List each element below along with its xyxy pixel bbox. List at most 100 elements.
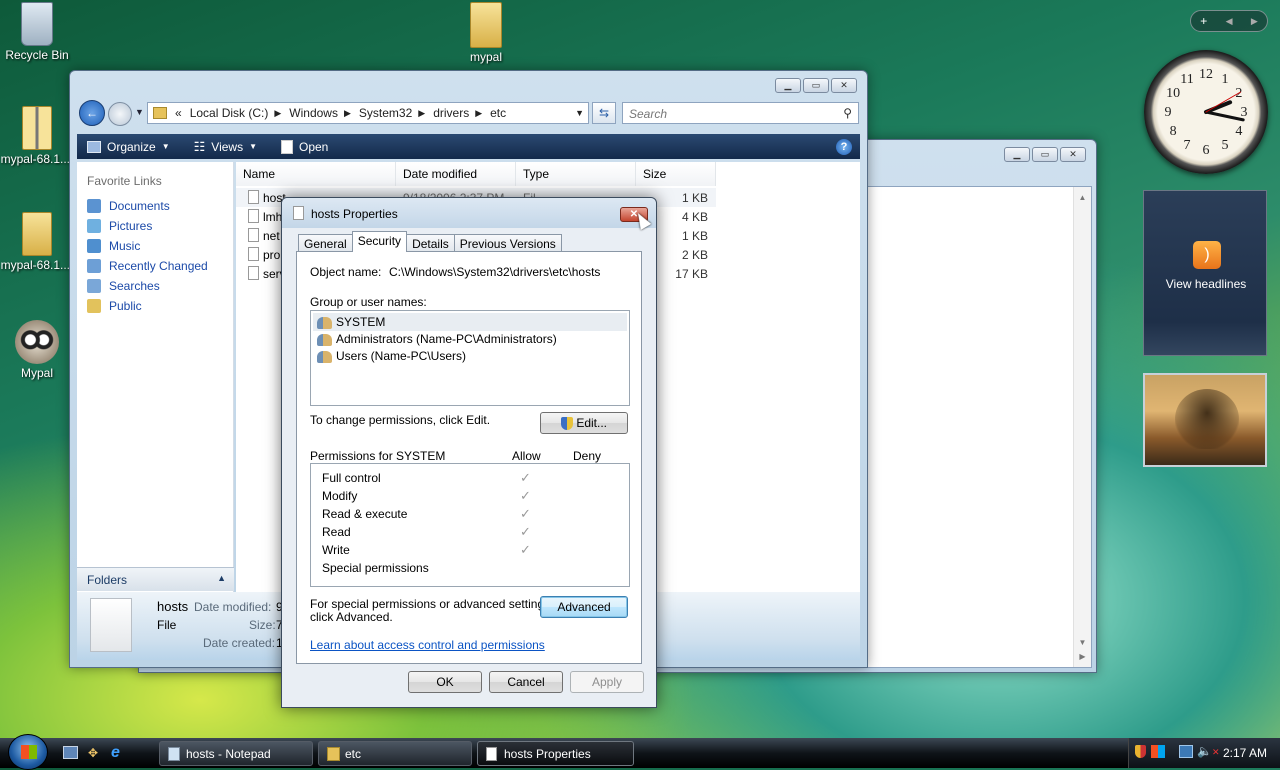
breadcrumb-separator-icon[interactable]: ▶ <box>344 108 351 119</box>
scroll-up-icon[interactable]: ▲ <box>1074 193 1091 202</box>
close-icon[interactable]: ✕ <box>1060 147 1086 162</box>
address-dropdown-icon[interactable]: ▼ <box>575 108 584 118</box>
open-button[interactable]: Open <box>281 139 328 154</box>
start-button[interactable] <box>8 734 48 770</box>
mypal-raccoon-icon <box>15 320 59 364</box>
breadcrumb-etc[interactable]: etc <box>490 106 506 120</box>
nav-item-music[interactable]: Music <box>77 236 233 256</box>
column-label: Name <box>243 167 276 181</box>
windows-security-icon[interactable] <box>1151 745 1165 758</box>
tab-security[interactable]: Security <box>351 231 408 252</box>
properties-dialog[interactable]: hosts Properties ✕ General Security Deta… <box>281 197 657 708</box>
nav-item-searches[interactable]: Searches <box>77 276 233 296</box>
folders-toggle[interactable]: Folders ▲ <box>77 567 234 591</box>
breadcrumb-drivers[interactable]: drivers <box>433 106 469 120</box>
tab-previous-versions[interactable]: Previous Versions <box>453 234 562 252</box>
breadcrumb-local-disk[interactable]: Local Disk (C:) <box>190 106 269 120</box>
cancel-button[interactable]: Cancel <box>489 671 563 693</box>
organize-icon <box>87 140 101 153</box>
search-icon[interactable]: ⚲ <box>843 106 852 120</box>
add-gadget-icon[interactable]: + <box>1200 14 1207 28</box>
list-item-administrators[interactable]: Administrators (Name-PC\Administrators) <box>313 330 561 348</box>
refresh-button[interactable]: ⇆ <box>592 102 616 124</box>
allow-check-icon: ✓ <box>520 506 531 521</box>
recent-pages-chevron-icon[interactable]: ▼ <box>135 107 144 117</box>
scroll-right-icon[interactable]: ▶ <box>1074 652 1091 661</box>
learn-access-control-link[interactable]: Learn about access control and permissio… <box>310 638 545 652</box>
views-button[interactable]: ☷ Views ▼ <box>194 139 257 155</box>
advanced-button[interactable]: Advanced <box>540 596 628 618</box>
security-shield-icon[interactable] <box>1135 745 1146 758</box>
show-desktop-icon[interactable] <box>63 746 78 759</box>
organize-button[interactable]: Organize ▼ <box>87 140 170 154</box>
breadcrumb-windows[interactable]: Windows <box>289 106 338 120</box>
column-header-type[interactable]: Type <box>516 162 636 186</box>
list-item-users[interactable]: Users (Name-PC\Users) <box>313 347 470 365</box>
maximize-icon[interactable]: ▭ <box>1032 147 1058 162</box>
clock-number: 7 <box>1184 138 1191 153</box>
taskbar-button-notepad[interactable]: hosts - Notepad <box>159 741 313 766</box>
file-size: 1 KB <box>681 191 708 205</box>
column-header-size[interactable]: Size <box>636 162 716 186</box>
nav-item-pictures[interactable]: Pictures <box>77 216 233 236</box>
clock-time[interactable]: 2:17 AM <box>1223 746 1267 760</box>
breadcrumb-system32[interactable]: System32 <box>359 106 412 120</box>
edit-button[interactable]: Edit... <box>540 412 628 434</box>
feed-headlines-gadget[interactable]: ) View headlines <box>1143 190 1267 356</box>
clock-gadget[interactable]: 121234567891011 <box>1144 50 1268 174</box>
ok-button[interactable]: OK <box>408 671 482 693</box>
desktop-icon-mypal-zip[interactable]: mypal-68.1.... <box>0 106 74 166</box>
searches-icon <box>87 279 101 293</box>
switch-windows-icon[interactable]: ✥ <box>88 746 103 760</box>
scrollbar[interactable]: ▲ ▼ ▶ <box>1073 187 1091 667</box>
internet-explorer-icon[interactable]: e <box>111 744 120 762</box>
help-icon[interactable]: ? <box>836 138 852 155</box>
views-icon: ☷ <box>193 138 206 154</box>
desktop-icon-mypal-folder-2[interactable]: mypal-68.1.... <box>0 212 74 272</box>
file-size: 17 KB <box>675 267 708 281</box>
desktop-icon-recycle-bin[interactable]: Recycle Bin <box>0 2 74 62</box>
minimize-icon[interactable]: ▁ <box>775 78 801 93</box>
nav-item-label: Recently Changed <box>109 259 208 273</box>
volume-muted-icon[interactable]: 🔈✕ <box>1197 744 1220 758</box>
navigation-pane: Favorite Links Documents Pictures Music … <box>77 162 234 592</box>
taskbar-button-hosts-properties[interactable]: hosts Properties <box>477 741 634 766</box>
tab-details[interactable]: Details <box>406 234 455 252</box>
search-input[interactable]: Search ⚲ <box>622 102 859 124</box>
next-gadget-icon[interactable]: ▶ <box>1251 16 1258 27</box>
scroll-down-icon[interactable]: ▼ <box>1074 638 1091 647</box>
nav-item-recently-changed[interactable]: Recently Changed <box>77 256 233 276</box>
breadcrumb-separator-icon[interactable]: ▶ <box>475 108 482 119</box>
desktop-icon-mypal-folder[interactable]: mypal <box>449 2 523 64</box>
column-header-name[interactable]: Name <box>236 162 396 186</box>
list-item-system[interactable]: SYSTEM <box>313 313 627 331</box>
network-icon[interactable] <box>1179 745 1193 758</box>
nav-item-public[interactable]: Public <box>77 296 233 316</box>
allow-check-icon: ✓ <box>520 470 531 485</box>
folder-icon <box>22 212 52 256</box>
column-header-date-modified[interactable]: Date modified <box>396 162 516 186</box>
rss-icon: ) <box>1193 241 1221 269</box>
slideshow-gadget[interactable] <box>1143 373 1267 467</box>
tab-general[interactable]: General <box>298 234 353 252</box>
desktop-icon-mypal[interactable]: Mypal <box>0 320 74 380</box>
breadcrumb-separator-icon[interactable]: ▶ <box>274 108 281 119</box>
allow-check-icon: ✓ <box>520 524 531 539</box>
forward-button[interactable] <box>108 102 132 126</box>
sidebar-controls: + ◀ ▶ <box>1190 10 1268 32</box>
details-date-modified-label: Date modified: <box>194 600 272 614</box>
breadcrumb-separator-icon[interactable]: ▶ <box>418 108 425 119</box>
taskbar-button-etc[interactable]: etc <box>318 741 472 766</box>
previous-gadget-icon[interactable]: ◀ <box>1226 16 1233 27</box>
close-icon[interactable]: ✕ <box>831 78 857 93</box>
file-size: 1 KB <box>681 229 708 243</box>
chevron-down-icon: ▼ <box>249 142 257 151</box>
minimize-icon[interactable]: ▁ <box>1004 147 1030 162</box>
file-size: 4 KB <box>681 210 708 224</box>
apply-button[interactable]: Apply <box>570 671 644 693</box>
breadcrumb-overflow-icon[interactable]: « <box>175 106 182 120</box>
maximize-icon[interactable]: ▭ <box>803 78 829 93</box>
address-bar[interactable]: « Local Disk (C:) ▶ Windows ▶ System32 ▶… <box>147 102 589 124</box>
nav-item-documents[interactable]: Documents <box>77 196 233 216</box>
back-button[interactable]: ← <box>79 100 105 126</box>
